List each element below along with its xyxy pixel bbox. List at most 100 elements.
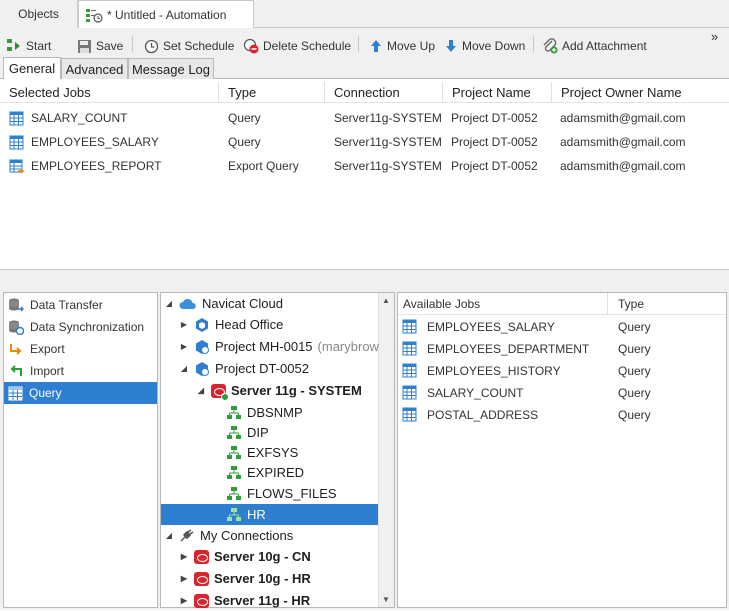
- header-divider: [0, 102, 729, 103]
- available-job-row[interactable]: POSTAL_ADDRESS Query: [398, 403, 726, 425]
- oracle-connection-icon: [194, 593, 209, 608]
- tree-node-connection[interactable]: ▶ Server 11g - HR: [179, 590, 310, 611]
- tree-node-schema-selected[interactable]: HR: [161, 504, 378, 525]
- tree-node-schema[interactable]: EXFSYS: [226, 442, 298, 463]
- delete-schedule-icon: [243, 38, 259, 54]
- job-name: EMPLOYEES_SALARY: [427, 320, 555, 334]
- tab-general[interactable]: General: [3, 57, 61, 79]
- tree-node-schema[interactable]: DBSNMP: [226, 402, 303, 423]
- set-schedule-button[interactable]: Set Schedule: [144, 36, 234, 56]
- tree-node-project-mh[interactable]: ▶ Project MH-0015 (marybrow: [179, 336, 379, 357]
- job-type: Query: [618, 408, 651, 422]
- query-icon: [402, 319, 417, 334]
- arrow-down-icon: [446, 40, 456, 52]
- column-header-selected-jobs[interactable]: Selected Jobs: [0, 82, 219, 102]
- collapsed-arrow-icon[interactable]: ▶: [179, 320, 189, 329]
- collapsed-arrow-icon[interactable]: ▶: [179, 342, 189, 351]
- save-label: Save: [96, 39, 124, 53]
- job-project: Project DT-0052: [451, 111, 538, 125]
- tree-node-my-connections[interactable]: ◢ My Connections: [164, 525, 293, 546]
- tree-node-schema[interactable]: FLOWS_FILES: [226, 483, 337, 504]
- job-type: Query: [228, 135, 261, 149]
- available-job-row[interactable]: SALARY_COUNT Query: [398, 381, 726, 403]
- tree-node-project-dt[interactable]: ◢ Project DT-0052: [179, 358, 309, 379]
- column-header-type[interactable]: Type: [219, 82, 325, 102]
- table-row[interactable]: SALARY_COUNT Query Server11g-SYSTEM Proj…: [0, 106, 729, 130]
- header-label: Connection: [334, 84, 400, 100]
- expanded-arrow-icon[interactable]: ◢: [164, 531, 174, 540]
- column-header-project-owner[interactable]: Project Owner Name: [552, 82, 729, 102]
- data-transfer-icon: [9, 298, 24, 312]
- tab-objects[interactable]: Objects: [0, 0, 78, 28]
- job-type-query[interactable]: Query: [4, 382, 157, 404]
- add-attachment-button[interactable]: Add Attachment: [542, 36, 647, 56]
- toolbar-overflow-button[interactable]: »: [711, 30, 718, 43]
- list-item-label: Data Synchronization: [30, 320, 145, 334]
- job-owner: adamsmith@gmail.com: [560, 135, 686, 149]
- tab-message-log[interactable]: Message Log: [128, 58, 214, 79]
- tree-node-connection[interactable]: ▶ Server 10g - CN: [179, 546, 311, 567]
- tree-node-navicat-cloud[interactable]: ◢ Navicat Cloud: [164, 293, 283, 314]
- query-icon: [9, 135, 24, 150]
- tree-node-connection[interactable]: ▶ Server 10g - HR: [179, 568, 311, 589]
- job-type-import[interactable]: Import: [4, 360, 157, 382]
- job-type-data-transfer[interactable]: Data Transfer: [4, 294, 157, 316]
- column-header-project-name[interactable]: Project Name: [443, 82, 552, 102]
- available-job-row[interactable]: EMPLOYEES_HISTORY Query: [398, 359, 726, 381]
- tree-node-schema[interactable]: EXPIRED: [226, 462, 304, 483]
- schema-icon: [227, 486, 241, 500]
- collapsed-arrow-icon[interactable]: ▶: [179, 552, 189, 561]
- job-type-data-sync[interactable]: Data Synchronization: [4, 316, 157, 338]
- save-button[interactable]: Save: [77, 36, 123, 56]
- toolbar-divider: [132, 36, 133, 52]
- tree-node-label: Project DT-0052: [215, 361, 309, 376]
- move-down-button[interactable]: Move Down: [444, 36, 525, 56]
- move-up-button[interactable]: Move Up: [369, 36, 435, 56]
- scroll-down-icon[interactable]: ▼: [382, 595, 390, 604]
- export-query-icon: [9, 159, 25, 174]
- tab-automation[interactable]: * Untitled - Automation: [78, 0, 254, 29]
- column-header-connection[interactable]: Connection: [325, 82, 443, 102]
- expanded-arrow-icon[interactable]: ◢: [179, 364, 189, 373]
- tab-message-log-label: Message Log: [131, 61, 211, 77]
- tree-node-label: Server 11g - SYSTEM: [231, 383, 362, 398]
- query-icon: [8, 386, 23, 400]
- tree-node-server-11g-system[interactable]: ◢ Server 11g - SYSTEM: [196, 380, 362, 401]
- header-label: Selected Jobs: [9, 84, 91, 100]
- available-job-row[interactable]: EMPLOYEES_DEPARTMENT Query: [398, 337, 726, 359]
- collapsed-arrow-icon[interactable]: ▶: [179, 596, 189, 605]
- job-type-export[interactable]: Export: [4, 338, 157, 360]
- tree-node-label: My Connections: [200, 528, 294, 543]
- arrow-up-icon: [371, 40, 381, 52]
- collapsed-arrow-icon[interactable]: ▶: [179, 574, 189, 583]
- expanded-arrow-icon[interactable]: ◢: [196, 386, 206, 395]
- job-name: POSTAL_ADDRESS: [427, 408, 539, 422]
- data-sync-icon: [9, 320, 24, 335]
- toolbar-divider: [533, 36, 534, 52]
- column-header-type[interactable]: Type: [609, 293, 719, 314]
- tree-node-head-office[interactable]: ▶ Head Office: [179, 314, 284, 335]
- tree-scrollbar[interactable]: ▲ ▼: [378, 293, 394, 607]
- schema-icon: [227, 425, 241, 439]
- list-item-label: Data Transfer: [30, 298, 103, 312]
- job-type: Query: [618, 342, 651, 356]
- scroll-up-icon[interactable]: ▲: [382, 296, 390, 305]
- export-icon: [10, 344, 22, 355]
- query-icon: [402, 385, 417, 400]
- table-row[interactable]: EMPLOYEES_REPORT Export Query Server11g-…: [0, 154, 729, 178]
- start-button[interactable]: Start: [6, 36, 51, 56]
- tree-node-label: Project MH-0015: [215, 339, 313, 354]
- tree-node-label: DBSNMP: [247, 405, 303, 420]
- expanded-arrow-icon[interactable]: ◢: [164, 299, 174, 308]
- header-label: Type: [228, 84, 257, 100]
- table-row[interactable]: EMPLOYEES_SALARY Query Server11g-SYSTEM …: [0, 130, 729, 154]
- oracle-connection-icon: [194, 571, 209, 586]
- tree-node-schema[interactable]: DIP: [226, 422, 269, 443]
- tree-node-label: Head Office: [215, 317, 284, 332]
- query-icon: [9, 111, 24, 126]
- column-header-available-jobs[interactable]: Available Jobs: [398, 293, 608, 314]
- delete-schedule-button[interactable]: Delete Schedule: [243, 36, 351, 56]
- available-job-row[interactable]: EMPLOYEES_SALARY Query: [398, 315, 726, 337]
- tab-advanced[interactable]: Advanced: [61, 58, 128, 79]
- oracle-connection-icon: [211, 383, 229, 401]
